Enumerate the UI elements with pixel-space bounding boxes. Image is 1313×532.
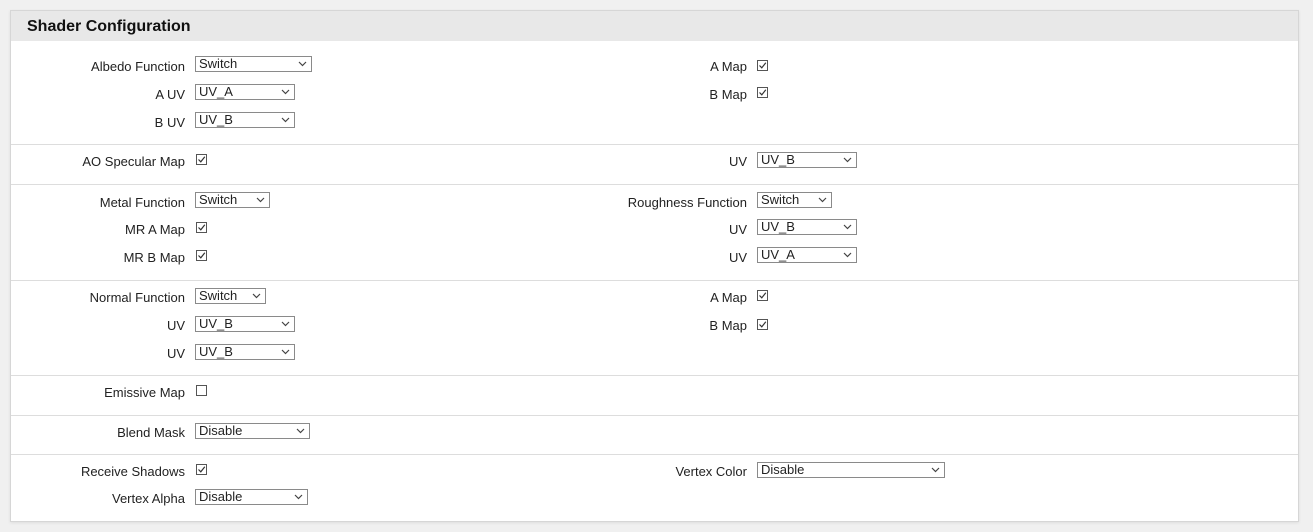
panel-title: Shader Configuration — [27, 18, 191, 35]
checkmark-icon — [759, 292, 767, 299]
chevron-down-icon — [818, 197, 827, 203]
vertex-alpha-value: Disable — [199, 489, 243, 504]
section-divider — [11, 375, 1298, 376]
roughness-function-label: Roughness Function — [627, 195, 747, 210]
chevron-down-icon — [281, 349, 290, 355]
normal-b-map-label: B Map — [709, 318, 747, 333]
vertex-color-label: Vertex Color — [675, 464, 747, 479]
albedo-b-map-label: B Map — [709, 87, 747, 102]
roughness-function-value: Switch — [761, 192, 800, 207]
emissive-map-label: Emissive Map — [104, 385, 185, 400]
chevron-down-icon — [294, 494, 303, 500]
normal-uv2-value: UV_B — [199, 344, 233, 359]
roughness-uv2-label: UV — [728, 250, 747, 265]
emissive-map-checkbox[interactable] — [196, 385, 207, 396]
albedo-b-uv-label: B UV — [154, 115, 185, 130]
vertex-alpha-label: Vertex Alpha — [112, 491, 185, 506]
normal-b-map-checkbox[interactable] — [757, 319, 768, 330]
normal-a-map-checkbox[interactable] — [757, 290, 768, 301]
albedo-b-uv-select[interactable]: UV_B — [195, 112, 295, 128]
vertex-alpha-select[interactable]: Disable — [195, 489, 308, 505]
normal-a-map-label: A Map — [710, 290, 747, 305]
ao-uv-value: UV_B — [761, 152, 795, 167]
shader-configuration-panel: Shader Configuration Albedo Function Swi… — [10, 10, 1299, 522]
section-divider — [11, 415, 1298, 416]
albedo-a-map-label: A Map — [710, 59, 747, 74]
chevron-down-icon — [931, 467, 940, 473]
vertex-color-value: Disable — [761, 462, 805, 477]
checkmark-icon — [759, 89, 767, 96]
roughness-uv2-value: UV_A — [761, 247, 795, 262]
ao-uv-label: UV — [728, 154, 747, 169]
roughness-function-select[interactable]: Switch — [757, 192, 832, 208]
checkmark-icon — [759, 321, 767, 328]
roughness-uv-select[interactable]: UV_B — [757, 219, 857, 235]
chevron-down-icon — [296, 428, 305, 434]
vertex-color-select[interactable]: Disable — [757, 462, 945, 478]
roughness-uv2-select[interactable]: UV_A — [757, 247, 857, 263]
blend-mask-label: Blend Mask — [117, 425, 185, 440]
albedo-a-map-checkbox[interactable] — [757, 60, 768, 71]
normal-uv2-select[interactable]: UV_B — [195, 344, 295, 360]
chevron-down-icon — [843, 224, 852, 230]
albedo-b-uv-value: UV_B — [199, 112, 233, 127]
blend-mask-select[interactable]: Disable — [195, 423, 310, 439]
roughness-uv-value: UV_B — [761, 219, 795, 234]
chevron-down-icon — [843, 252, 852, 258]
section-divider — [11, 280, 1298, 281]
chevron-down-icon — [281, 117, 290, 123]
ao-uv-select[interactable]: UV_B — [757, 152, 857, 168]
blend-mask-value: Disable — [199, 423, 243, 438]
section-divider — [11, 184, 1298, 185]
chevron-down-icon — [843, 157, 852, 163]
section-divider — [11, 144, 1298, 145]
roughness-uv-label: UV — [728, 222, 747, 237]
panel-header: Shader Configuration — [11, 11, 1298, 41]
checkmark-icon — [759, 62, 767, 69]
normal-uv2-label: UV — [166, 346, 185, 361]
section-divider — [11, 454, 1298, 455]
albedo-b-map-checkbox[interactable] — [757, 87, 768, 98]
